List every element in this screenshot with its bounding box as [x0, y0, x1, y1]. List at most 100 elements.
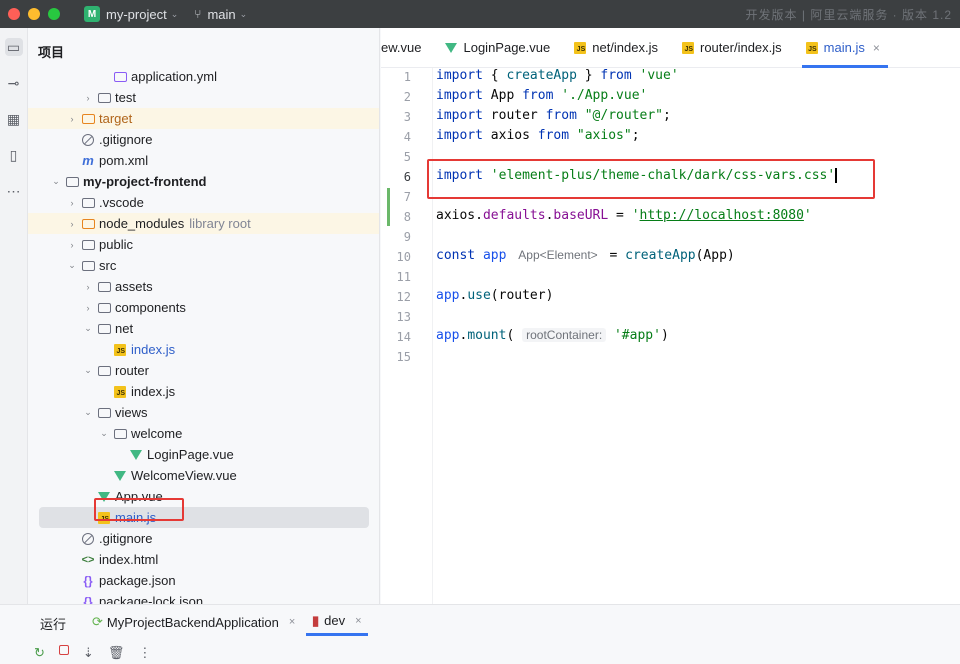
tree-item[interactable]: › components — [28, 297, 379, 318]
tree-item-label: pom.xml — [99, 153, 149, 168]
code-line-1[interactable]: import { createApp } from 'vue' — [436, 68, 679, 83]
folder-icon — [112, 427, 128, 441]
tree-item[interactable]: JS index.js — [28, 339, 379, 360]
tree-item[interactable]: › .vscode — [28, 192, 379, 213]
code-line-2[interactable]: import App from './App.vue' — [436, 88, 647, 103]
code-line-8[interactable]: axios.defaults.baseURL = 'http://localho… — [436, 208, 812, 223]
highlight-box-import-line — [427, 159, 875, 199]
line-number: 13 — [396, 310, 411, 324]
chevron-down-icon[interactable]: ⌄ — [66, 260, 78, 271]
tree-item[interactable]: application.yml — [28, 66, 379, 87]
editor-tab[interactable]: ew.vue — [381, 28, 435, 68]
js-icon: JS — [112, 385, 128, 399]
scroll-to-end-icon[interactable]: ⇣ — [83, 645, 94, 661]
tree-item[interactable]: <> index.html — [28, 549, 379, 570]
project-switcher[interactable]: my-project — [106, 7, 167, 22]
more-icon[interactable]: ⋯ — [5, 182, 23, 200]
line-number: 7 — [403, 190, 411, 204]
stop-icon[interactable] — [58, 645, 69, 655]
tree-item[interactable]: ⌄ welcome — [28, 423, 379, 444]
tree-item[interactable]: JS index.js — [28, 381, 379, 402]
code-line-4[interactable]: import axios from "axios"; — [436, 128, 640, 143]
chevron-down-icon[interactable]: ⌄ — [82, 407, 94, 418]
editor-tab[interactable]: LoginPage.vue — [435, 28, 564, 68]
chevron-down-icon[interactable]: ⌄ — [82, 323, 94, 334]
chevron-right-icon[interactable]: › — [66, 198, 78, 208]
tree-item[interactable]: App.vue — [28, 486, 379, 507]
line-number: 3 — [403, 110, 411, 124]
tree-item[interactable]: .gitignore — [28, 129, 379, 150]
tree-item[interactable]: › assets — [28, 276, 379, 297]
chevron-right-icon[interactable]: › — [66, 219, 78, 229]
project-badge-icon: M — [84, 6, 100, 22]
tree-item-label: .gitignore — [99, 132, 153, 147]
bookmarks-icon[interactable]: ▯ — [5, 146, 23, 164]
tree-item[interactable]: {} package.json — [28, 570, 379, 591]
line-number: 10 — [396, 250, 411, 264]
url-link[interactable]: http://localhost:8080 — [640, 208, 804, 223]
chevron-right-icon[interactable]: › — [82, 93, 94, 103]
branch-switcher[interactable]: main — [207, 7, 235, 22]
zoom-window-button[interactable] — [48, 8, 60, 20]
tree-item-label: index.js — [131, 342, 176, 357]
close-icon[interactable]: × — [289, 616, 295, 628]
trash-icon[interactable]: 🗑 — [108, 645, 125, 661]
rerun-icon[interactable]: ↻ — [34, 645, 45, 661]
editor-tab[interactable]: JS net/index.js — [564, 28, 672, 68]
tree-item-label: target — [99, 111, 133, 126]
tree-item[interactable]: {} package-lock.json — [28, 591, 379, 604]
chevron-down-icon[interactable]: ⌄ — [82, 365, 94, 376]
chevron-down-icon: ⌄ — [239, 8, 248, 19]
tree-item[interactable]: .gitignore — [28, 528, 379, 549]
json-icon: {} — [83, 573, 93, 588]
chevron-down-icon[interactable]: ⌄ — [50, 176, 62, 187]
tree-item-label: my-project-frontend — [83, 174, 207, 189]
highlight-box-main-js — [94, 498, 184, 521]
tree-item[interactable]: ⌄ src — [28, 255, 379, 276]
editor-tab-label: LoginPage.vue — [463, 40, 551, 55]
line-number: 8 — [403, 210, 411, 224]
code-line-3[interactable]: import router from "@/router"; — [436, 108, 671, 123]
project-folder-icon[interactable]: ▭ — [4, 38, 23, 56]
line-number: 2 — [403, 90, 411, 104]
tree-item[interactable]: › target — [28, 108, 379, 129]
tree-item[interactable]: WelcomeView.vue — [28, 465, 379, 486]
editor-tab-label: ew.vue — [381, 40, 422, 55]
chevron-right-icon[interactable]: › — [82, 303, 94, 313]
vue-icon — [128, 448, 144, 462]
tree-item[interactable]: › node_modules library root — [28, 213, 379, 234]
close-window-button[interactable] — [8, 8, 20, 20]
close-icon[interactable]: × — [355, 615, 361, 627]
tree-item[interactable]: ⌄ net — [28, 318, 379, 339]
chevron-down-icon[interactable]: ⌄ — [98, 428, 110, 439]
structure-icon[interactable]: ▦ — [5, 110, 23, 128]
editor-tab[interactable]: JS main.js × — [796, 28, 894, 68]
tree-item[interactable]: ⌄ views — [28, 402, 379, 423]
tree-item[interactable]: m pom.xml — [28, 150, 379, 171]
tree-item-label: test — [115, 90, 136, 105]
chevron-right-icon[interactable]: › — [66, 114, 78, 124]
tree-item[interactable]: ⌄ my-project-frontend — [28, 171, 379, 192]
commit-icon[interactable]: ⊸ — [5, 74, 23, 92]
vue-icon — [445, 42, 458, 53]
tree-item[interactable]: JS main.js — [39, 507, 369, 528]
run-tab-dev[interactable]: ▮ dev × — [306, 608, 368, 636]
tree-item-label: .gitignore — [99, 531, 153, 546]
chevron-right-icon[interactable]: › — [66, 240, 78, 250]
editor-tab[interactable]: JS router/index.js — [672, 28, 796, 68]
tree-item[interactable]: LoginPage.vue — [28, 444, 379, 465]
code-line-14[interactable]: app.mount( rootContainer: '#app') — [436, 328, 669, 343]
editor-tabs: ew.vue LoginPage.vue JS net/index.js JS route… — [381, 28, 960, 68]
line-number: 9 — [403, 230, 411, 244]
run-tab-backend[interactable]: ⟳ MyProjectBackendApplication × — [86, 608, 301, 636]
close-icon[interactable]: × — [873, 41, 880, 55]
code-line-12[interactable]: app.use(router) — [436, 288, 553, 303]
folder-icon — [80, 259, 96, 273]
tree-item[interactable]: ⌄ router — [28, 360, 379, 381]
tree-item[interactable]: › public — [28, 234, 379, 255]
code-line-10[interactable]: const app App<Element> = createApp(App) — [436, 248, 735, 263]
tree-item[interactable]: › test — [28, 87, 379, 108]
chevron-right-icon[interactable]: › — [82, 282, 94, 292]
more-options-icon[interactable]: ⋮ — [138, 645, 151, 661]
minimize-window-button[interactable] — [28, 8, 40, 20]
